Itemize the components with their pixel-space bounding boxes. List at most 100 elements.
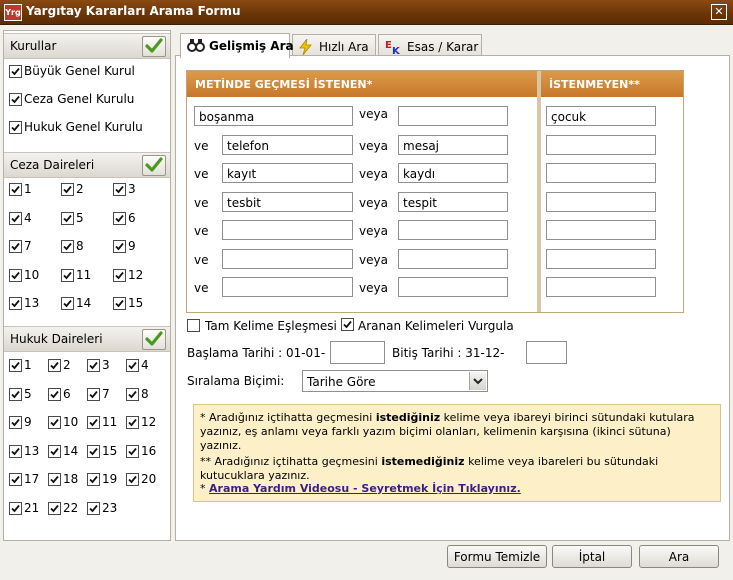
include-term-input[interactable]: kayıt [222, 163, 353, 183]
hukuk-daire-22-checkbox[interactable] [48, 501, 61, 515]
include-term-input[interactable]: boşanma [194, 106, 353, 126]
hukuk-daire-18-checkbox[interactable] [48, 473, 61, 486]
synonym-term-input[interactable]: kaydı [398, 163, 508, 183]
include-term-input[interactable]: tesbit [222, 191, 353, 212]
exclude-term-input[interactable] [546, 134, 656, 155]
ceza-daire-6-checkbox[interactable] [113, 211, 126, 225]
tab-gelismis-ara[interactable]: Gelişmiş Ara [180, 33, 294, 58]
hukuk-daire-14-checkbox[interactable] [48, 444, 61, 458]
checkmark-icon [63, 299, 72, 308]
ceza-daire-14-checkbox[interactable] [61, 297, 74, 310]
highlight-checkbox[interactable] [341, 318, 354, 331]
checkmark-icon [11, 390, 20, 398]
ceza-daire-5-checkbox[interactable] [61, 211, 74, 225]
hukuk-daire-4-checkbox[interactable] [126, 359, 139, 372]
hukuk-daire-11-checkbox[interactable] [87, 416, 100, 429]
synonym-term-input[interactable] [398, 220, 508, 240]
ve-label: ve [194, 195, 209, 210]
veya-label: veya [359, 195, 388, 210]
kurullar-label: Kurullar [10, 39, 57, 53]
hukuk-daire-15-checkbox[interactable] [87, 444, 100, 458]
include-term-input[interactable] [222, 248, 353, 269]
synonym-term-input[interactable] [398, 248, 508, 269]
synonym-term-input[interactable]: mesaj [398, 134, 508, 155]
exclude-term-input[interactable] [546, 220, 656, 240]
ceza-daire-11-checkbox[interactable] [61, 268, 74, 282]
chevron-down-icon[interactable] [469, 372, 486, 390]
include-term-input[interactable] [222, 277, 353, 297]
ceza-daire-8-checkbox[interactable] [61, 240, 74, 253]
hukuk-daire-7-checkbox[interactable] [87, 387, 100, 401]
ceza-daire-6-label: 6 [128, 210, 136, 225]
tab-esas-karar[interactable]: EK Esas / Karar [378, 34, 482, 57]
hukuk-daire-5-label: 5 [24, 386, 32, 401]
ceza-daire-4-checkbox[interactable] [9, 211, 22, 225]
kurul-0-checkbox[interactable] [9, 65, 22, 78]
kurul-2-checkbox[interactable] [9, 121, 22, 134]
hukuk-daire-13-checkbox[interactable] [9, 444, 22, 458]
kurul-1-label: Ceza Genel Kurulu [24, 92, 135, 106]
hukuk-daire-1-checkbox[interactable] [9, 359, 22, 372]
ceza-daire-2-checkbox[interactable] [61, 183, 74, 196]
ceza-daire-12-checkbox[interactable] [113, 268, 126, 282]
hukuk-daire-23-checkbox[interactable] [87, 501, 100, 515]
column-divider [537, 71, 541, 312]
include-term-input[interactable]: telefon [222, 134, 353, 155]
hukuk-daire-21-checkbox[interactable] [9, 501, 22, 515]
ceza-daire-10-checkbox[interactable] [9, 268, 22, 282]
synonym-term-input[interactable] [398, 106, 508, 126]
green-check-icon [145, 38, 163, 53]
tab-hizli-ara[interactable]: Hızlı Ara [292, 34, 376, 57]
ceza-daire-15-label: 15 [128, 296, 144, 310]
ceza-daire-3-checkbox[interactable] [113, 183, 126, 196]
hukuk-daire-10-checkbox[interactable] [48, 416, 61, 429]
ceza-daire-13-label: 13 [24, 296, 40, 310]
tab-label: Esas / Karar [407, 40, 479, 54]
exclude-term-input[interactable] [546, 248, 656, 269]
hukuk-daire-4-label: 4 [141, 358, 149, 372]
hukuk-daire-9-checkbox[interactable] [9, 416, 22, 429]
exclude-term-input[interactable] [546, 163, 656, 183]
kurul-1-checkbox[interactable] [9, 93, 22, 106]
ceza-daire-15-checkbox[interactable] [113, 297, 126, 310]
hukuk-daire-2-checkbox[interactable] [48, 359, 61, 372]
synonym-term-input[interactable]: tespit [398, 191, 508, 212]
hukuk-daire-8-checkbox[interactable] [126, 387, 139, 401]
exact-match-label: Tam Kelime Eşleşmesi [205, 319, 337, 333]
exclude-term-input[interactable]: çocuk [546, 106, 656, 126]
help-video-link[interactable]: Arama Yardım Videosu - Seyretmek İçin Tı… [209, 482, 521, 495]
hukuk-daire-20-checkbox[interactable] [126, 473, 139, 486]
search-button[interactable]: Ara [639, 545, 719, 568]
clear-form-button[interactable]: Formu Temizle [447, 545, 547, 568]
ceza-daire-1-checkbox[interactable] [9, 183, 22, 196]
start-year-input[interactable] [330, 341, 385, 364]
exclude-term-input[interactable] [546, 277, 656, 297]
hukuk-daire-13-label: 13 [24, 443, 40, 458]
hukuk-daire-12-checkbox[interactable] [126, 416, 139, 429]
exact-match-checkbox[interactable] [187, 319, 200, 332]
end-date-label: Bitiş Tarihi : 31-12- [392, 346, 505, 360]
end-year-input[interactable] [526, 341, 567, 364]
ceza-daire-7-label: 7 [24, 239, 32, 253]
exclude-term-input[interactable] [546, 191, 656, 212]
hukuk-daire-19-label: 19 [102, 472, 118, 486]
cancel-button[interactable]: İptal [552, 545, 632, 568]
hukuk-daire-17-label: 17 [24, 472, 40, 486]
close-button[interactable]: ✕ [711, 4, 727, 20]
ceza-daire-9-checkbox[interactable] [113, 240, 126, 253]
hukuk-daire-6-checkbox[interactable] [48, 387, 61, 401]
hukuk-daire-3-checkbox[interactable] [87, 359, 100, 372]
checkmark-icon [115, 185, 124, 194]
sort-select[interactable]: Tarihe Göre [302, 370, 488, 392]
select-all-ceza-button[interactable] [142, 155, 166, 176]
include-term-input[interactable] [222, 220, 353, 240]
hukuk-daire-5-checkbox[interactable] [9, 387, 22, 401]
select-all-kurullar-button[interactable] [142, 36, 166, 57]
hukuk-daire-19-checkbox[interactable] [87, 473, 100, 486]
synonym-term-input[interactable] [398, 277, 508, 297]
hukuk-daire-16-checkbox[interactable] [126, 444, 139, 458]
ceza-daire-7-checkbox[interactable] [9, 240, 22, 253]
select-all-hukuk-button[interactable] [142, 329, 166, 350]
hukuk-daire-17-checkbox[interactable] [9, 473, 22, 486]
ceza-daire-13-checkbox[interactable] [9, 297, 22, 310]
